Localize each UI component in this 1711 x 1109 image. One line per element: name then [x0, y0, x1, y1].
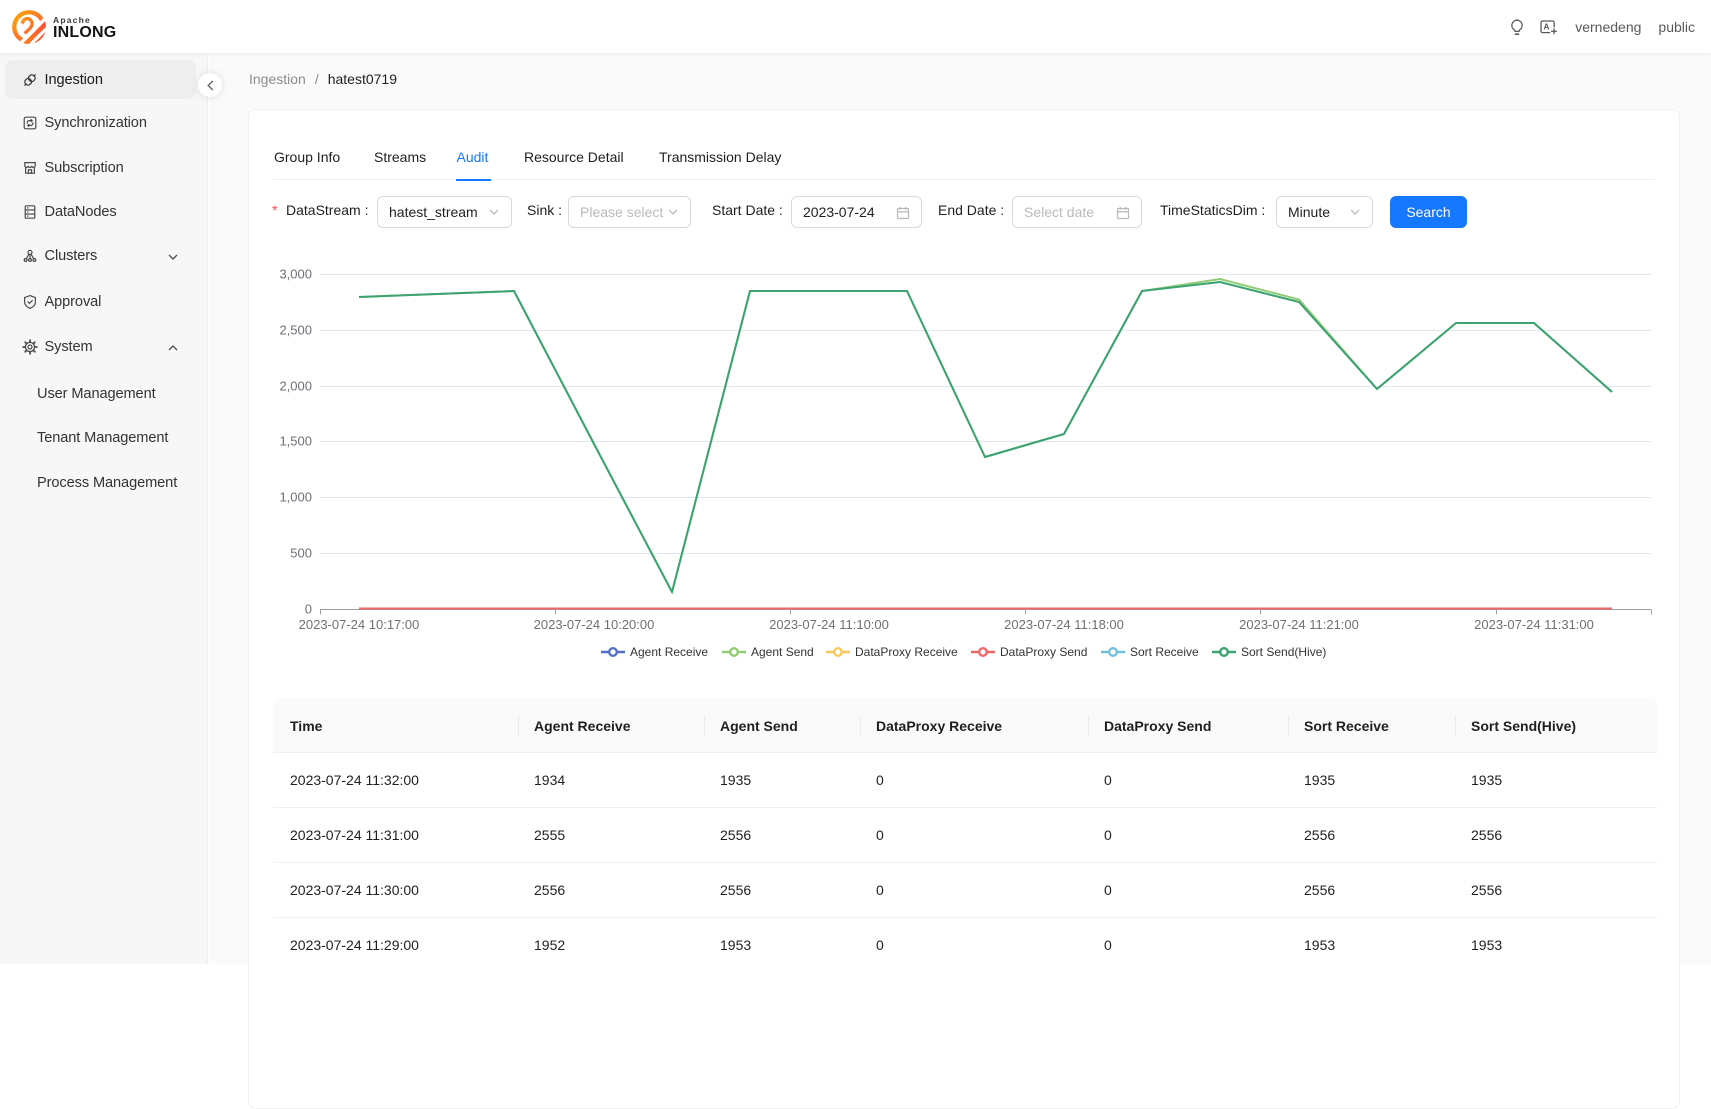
svg-text:2023-07-24 11:18:00: 2023-07-24 11:18:00	[1004, 617, 1124, 632]
svg-text:2023-07-24 11:31:00: 2023-07-24 11:31:00	[1474, 617, 1594, 632]
svg-text:Agent Send: Agent Send	[751, 645, 814, 659]
svg-text:A: A	[1544, 21, 1550, 31]
svg-text:2,000: 2,000	[279, 379, 312, 394]
svg-text:Sort Receive: Sort Receive	[1130, 645, 1199, 659]
svg-text:2023-07-24 11:10:00: 2023-07-24 11:10:00	[769, 617, 889, 632]
svg-text:DataProxy Receive: DataProxy Receive	[855, 645, 958, 659]
svg-text:2,500: 2,500	[279, 323, 312, 338]
svg-text:0: 0	[305, 602, 312, 617]
svg-text:1,000: 1,000	[279, 490, 312, 505]
svg-text:500: 500	[290, 546, 312, 561]
svg-text:2023-07-24 10:20:00: 2023-07-24 10:20:00	[534, 617, 655, 632]
svg-text:2023-07-24 10:17:00: 2023-07-24 10:17:00	[299, 617, 420, 632]
svg-text:Sort Send(Hive): Sort Send(Hive)	[1241, 645, 1326, 659]
svg-text:2023-07-24 11:21:00: 2023-07-24 11:21:00	[1239, 617, 1359, 632]
svg-text:Agent Receive: Agent Receive	[630, 645, 708, 659]
svg-text:3,000: 3,000	[279, 267, 312, 282]
svg-text:1,500: 1,500	[279, 434, 312, 449]
svg-text:DataProxy Send: DataProxy Send	[1000, 645, 1087, 659]
